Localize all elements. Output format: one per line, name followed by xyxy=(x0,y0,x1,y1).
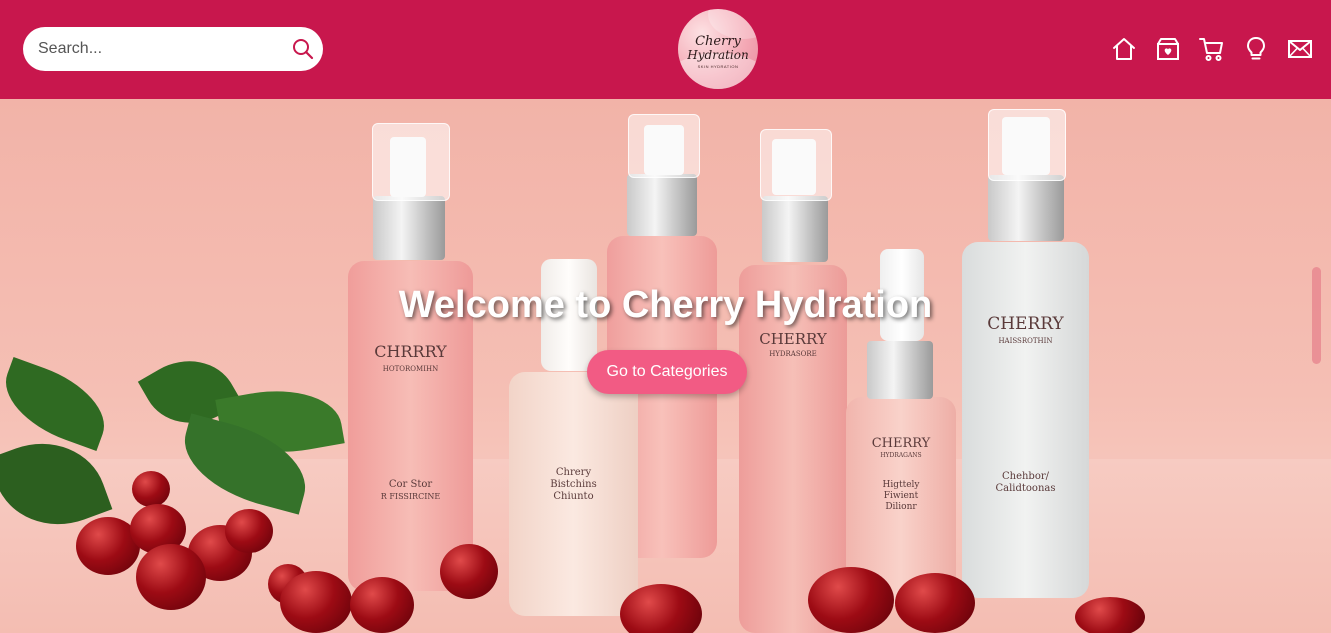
search-input[interactable] xyxy=(38,27,278,71)
bottle-5-brand: CHERRY xyxy=(871,436,931,451)
home-icon[interactable] xyxy=(1111,36,1137,62)
go-to-categories-button[interactable]: Go to Categories xyxy=(587,350,747,394)
logo-text-line1: Cherry xyxy=(695,34,741,49)
bottle-5-subline: HYDRAGANS xyxy=(880,452,922,459)
search-icon[interactable] xyxy=(291,37,315,61)
logo-tagline: SKIN HYDRATION xyxy=(697,64,739,69)
scrollbar-thumb[interactable] xyxy=(1312,267,1321,364)
mail-icon[interactable] xyxy=(1287,36,1313,62)
bottle-2-text2: Bistchins xyxy=(550,479,597,490)
favorites-box-icon[interactable] xyxy=(1155,36,1181,62)
bottle-1-text2: R FISSIRCINE xyxy=(380,492,441,501)
hero-banner: CHRRRY HOTOROMIHN Cor Stor R FISSIRCINE … xyxy=(0,99,1331,633)
bottle-5-text: Higttely xyxy=(882,480,920,490)
brand-logo[interactable]: Cherry Hydration SKIN HYDRATION xyxy=(678,9,758,89)
bottle-5-text3: Dilionr xyxy=(885,502,917,512)
bottle-2-text: Chrery xyxy=(555,467,592,478)
bottle-1-brand: CHRRRY xyxy=(374,342,447,361)
lightbulb-icon[interactable] xyxy=(1243,36,1269,62)
bottle-1-text: Cor Stor xyxy=(388,479,433,490)
bottle-4-subline: HYDRASORE xyxy=(769,350,817,358)
bottle-1-subline: HOTOROMIHN xyxy=(382,365,439,373)
search-bar xyxy=(23,27,323,71)
hero-title: Welcome to Cherry Hydration xyxy=(398,284,933,326)
bottle-6-text: Chehbor/ xyxy=(1001,471,1050,482)
site-header: Cherry Hydration SKIN HYDRATION xyxy=(0,0,1331,99)
logo-text-line2: Hydration xyxy=(687,48,749,62)
bottle-4-brand: CHERRY xyxy=(759,330,827,348)
bottle-5-text2: Fiwient xyxy=(883,491,919,501)
cart-icon[interactable] xyxy=(1199,36,1225,62)
bottle-6-text2: Calidtoonas xyxy=(995,483,1056,494)
bottle-2-text3: Chiunto xyxy=(553,491,594,502)
bottle-6-subline: HAISSROTHIN xyxy=(998,337,1053,345)
